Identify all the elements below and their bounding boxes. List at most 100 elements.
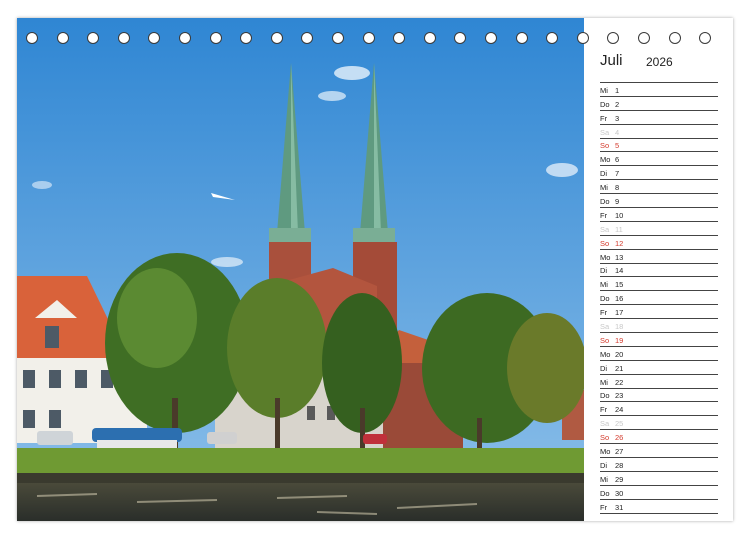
binding-hole bbox=[209, 32, 222, 44]
day-row: Mo 27 bbox=[600, 444, 718, 459]
weekday-label: Di bbox=[600, 363, 608, 373]
day-number: 21 bbox=[615, 363, 624, 373]
day-number: 17 bbox=[615, 308, 624, 318]
weekday-label: Mi bbox=[600, 280, 608, 290]
binding-hole bbox=[117, 32, 130, 44]
binding-hole bbox=[393, 32, 406, 44]
binding-hole bbox=[485, 32, 497, 44]
day-number: 24 bbox=[615, 405, 624, 415]
cloud bbox=[546, 163, 578, 177]
binding-hole bbox=[607, 32, 620, 44]
day-number: 5 bbox=[615, 141, 620, 151]
weekday-label: Mi bbox=[600, 85, 608, 95]
day-row: Di 14 bbox=[600, 264, 718, 278]
weekday-label: Di bbox=[600, 460, 608, 470]
binding-hole bbox=[362, 32, 375, 44]
weekday-label: Mi bbox=[600, 474, 608, 484]
weekday-label: Mo bbox=[600, 252, 611, 262]
day-row: Do 9 bbox=[600, 194, 718, 209]
weekday-label: Do bbox=[600, 294, 610, 304]
day-number: 26 bbox=[615, 433, 624, 443]
day-row: Do 23 bbox=[600, 389, 718, 403]
day-number: 12 bbox=[615, 238, 624, 248]
binding-hole bbox=[56, 32, 69, 44]
weekday-label: Do bbox=[600, 197, 610, 207]
day-number: 19 bbox=[615, 335, 624, 345]
cloud bbox=[211, 257, 243, 267]
day-number: 23 bbox=[615, 391, 624, 401]
day-number: 25 bbox=[615, 419, 624, 429]
boat bbox=[92, 428, 182, 442]
day-row: Mo 13 bbox=[600, 250, 718, 264]
day-row: Mi 15 bbox=[600, 277, 718, 292]
day-row: Mo 6 bbox=[600, 152, 718, 167]
day-number: 6 bbox=[615, 155, 620, 165]
day-row: So 26 bbox=[600, 430, 718, 445]
weekday-label: Fr bbox=[600, 113, 608, 123]
binding-hole bbox=[423, 32, 436, 44]
weekday-label: Mo bbox=[600, 447, 611, 457]
day-number: 3 bbox=[615, 113, 620, 123]
binding-hole bbox=[668, 32, 681, 44]
weekday-label: So bbox=[600, 335, 610, 345]
day-row: So 5 bbox=[600, 139, 718, 153]
day-number: 14 bbox=[615, 266, 624, 276]
day-row: So 19 bbox=[600, 333, 718, 347]
river bbox=[17, 483, 584, 521]
weekday-label: Sa bbox=[600, 224, 610, 234]
weekday-label: Di bbox=[600, 169, 608, 179]
day-number: 2 bbox=[615, 99, 620, 109]
binding-hole bbox=[26, 32, 38, 44]
day-number: 20 bbox=[615, 349, 624, 359]
day-row: Di 28 bbox=[600, 458, 718, 472]
weekday-label: Fr bbox=[600, 405, 608, 415]
day-row: Mi 8 bbox=[600, 180, 718, 195]
binding-hole bbox=[332, 32, 344, 44]
day-row: Mi 1 bbox=[600, 83, 718, 97]
binding-hole bbox=[301, 32, 314, 44]
binding-hole bbox=[576, 32, 589, 44]
car bbox=[363, 434, 387, 444]
day-number: 4 bbox=[615, 127, 620, 137]
day-row: Di 21 bbox=[600, 361, 718, 375]
car bbox=[37, 431, 73, 445]
day-number: 18 bbox=[615, 322, 624, 332]
binding-hole bbox=[240, 32, 253, 44]
day-number: 28 bbox=[615, 460, 624, 470]
day-number: 15 bbox=[615, 280, 624, 290]
day-row: Do 30 bbox=[600, 486, 718, 500]
weekday-label: So bbox=[600, 433, 610, 443]
day-row: Mo 20 bbox=[600, 347, 718, 361]
calendar-panel: Juli 2026 Mi 1 Do 2 Fr 3 Sa 4 So 5 Mo 6 Di 7 Mi 8 Do 9 Fr 1… bbox=[600, 52, 718, 514]
embankment bbox=[17, 473, 584, 483]
day-row: So 12 bbox=[600, 236, 718, 250]
day-row: Fr 10 bbox=[600, 208, 718, 222]
weekday-label: So bbox=[600, 238, 610, 248]
spiral-binding bbox=[17, 32, 733, 48]
day-number: 9 bbox=[615, 197, 620, 207]
cloud bbox=[334, 66, 370, 80]
day-number: 7 bbox=[615, 169, 620, 179]
day-number: 29 bbox=[615, 474, 624, 484]
binding-hole bbox=[148, 32, 161, 44]
weekday-label: Sa bbox=[600, 419, 610, 429]
day-row: Sa 11 bbox=[600, 222, 718, 236]
day-number: 30 bbox=[615, 488, 624, 498]
weekday-label: So bbox=[600, 141, 610, 151]
day-row: Fr 3 bbox=[600, 111, 718, 125]
day-row: Do 2 bbox=[600, 97, 718, 111]
weekday-label: Do bbox=[600, 391, 610, 401]
weekday-label: Mo bbox=[600, 349, 611, 359]
day-number: 1 bbox=[615, 85, 620, 95]
car bbox=[207, 432, 237, 444]
weekday-label: Do bbox=[600, 99, 610, 109]
year-label: 2026 bbox=[646, 55, 673, 69]
binding-hole bbox=[270, 32, 283, 44]
binding-hole bbox=[638, 32, 650, 44]
day-number: 31 bbox=[615, 502, 624, 512]
day-row: Sa 18 bbox=[600, 319, 718, 334]
day-number: 16 bbox=[615, 294, 624, 304]
cloud bbox=[318, 91, 346, 101]
day-number: 11 bbox=[615, 224, 623, 234]
binding-hole bbox=[699, 32, 712, 44]
